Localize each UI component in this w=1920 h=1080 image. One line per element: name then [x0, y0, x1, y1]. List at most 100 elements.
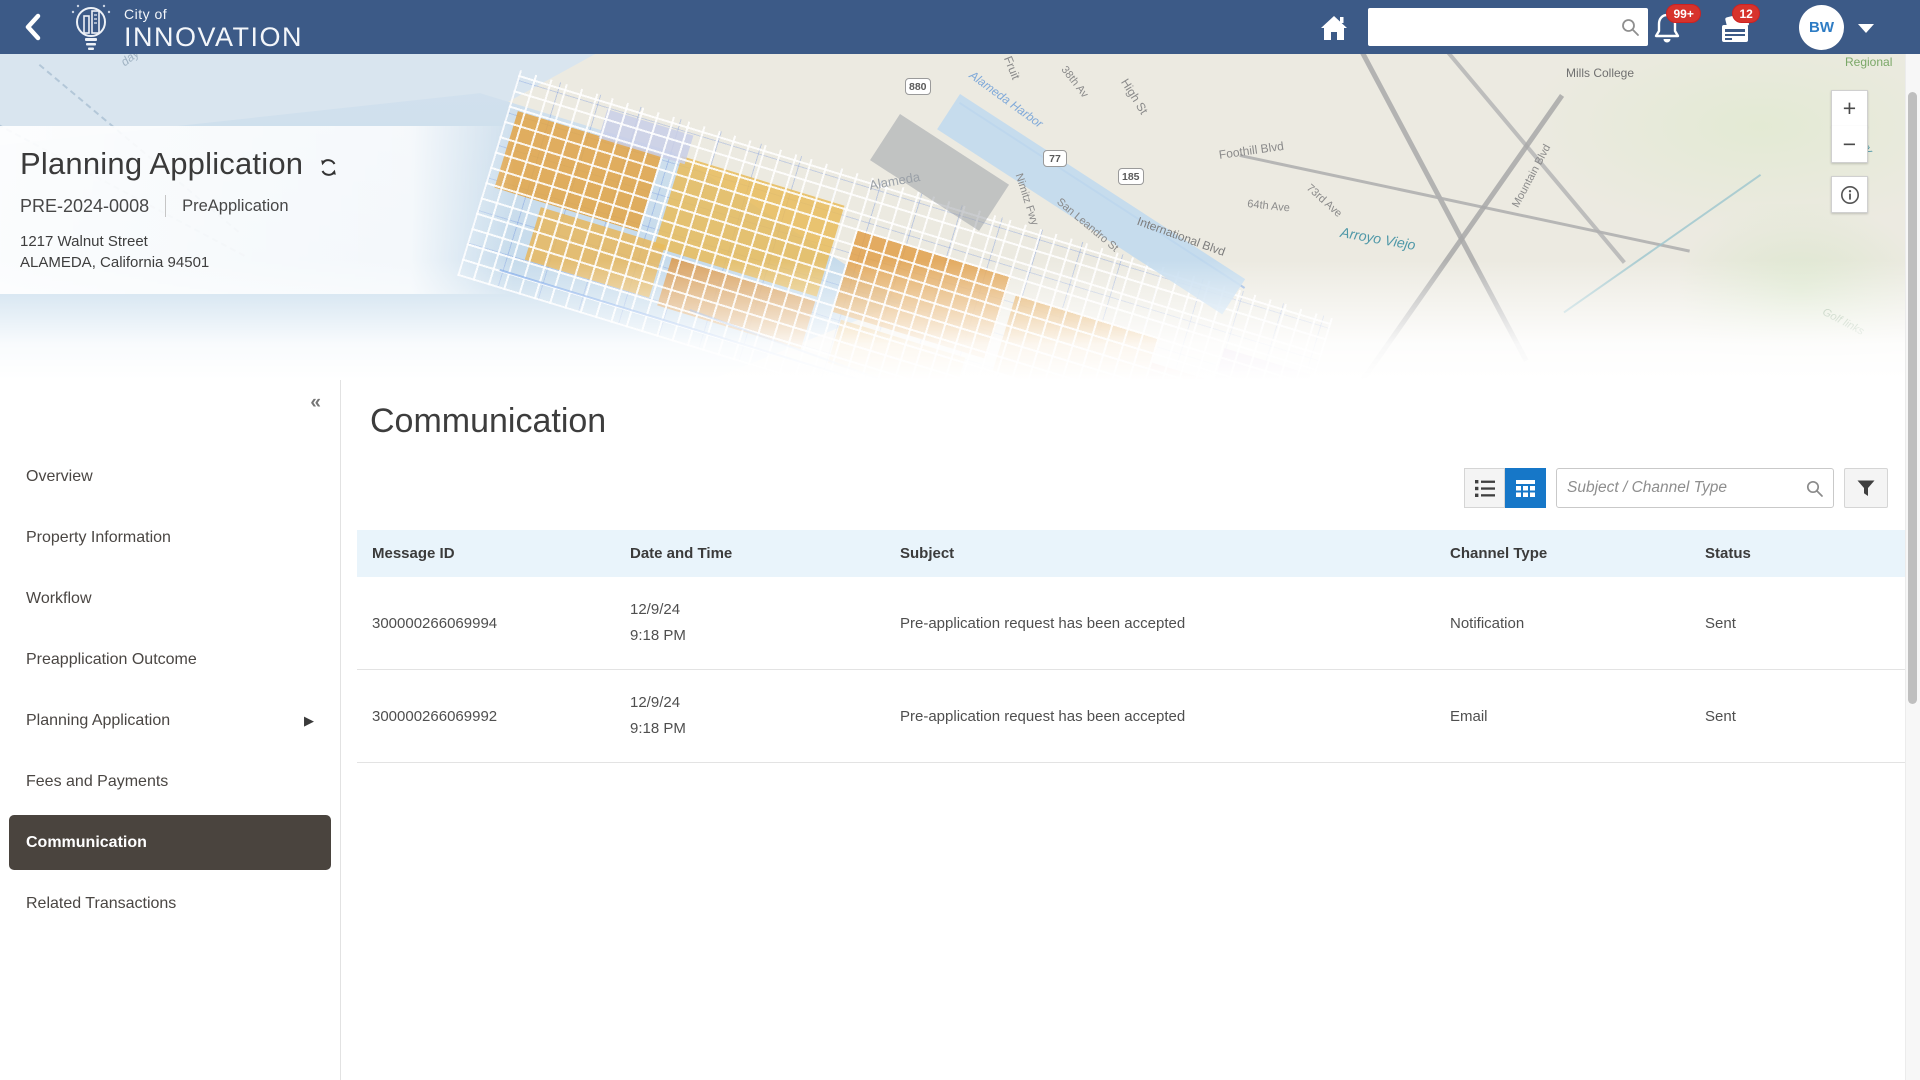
column-header-message-id[interactable]: Message ID — [372, 545, 630, 562]
cell-message-id: 300000266069994 — [372, 615, 630, 632]
sidebar-item-preapplication-outcome[interactable]: Preapplication Outcome ▶ — [0, 629, 340, 690]
notifications-button[interactable]: 99+ — [1652, 12, 1686, 48]
back-chevron-icon — [22, 12, 44, 42]
logo-text: City of INNOVATION — [124, 6, 303, 53]
map-label: 38th Av — [1059, 64, 1091, 100]
map-info-button[interactable] — [1831, 176, 1868, 213]
search-icon — [1805, 479, 1824, 498]
sidebar-item-planning-application[interactable]: Planning Application ▶ — [0, 690, 340, 751]
map-header[interactable]: day FryAlameda HarborFruit38th AvHigh St… — [0, 54, 1920, 380]
sidebar-nav: Overview ▶ Property Information ▶ Workfl… — [0, 446, 340, 934]
sidebar-item-fees-and-payments[interactable]: Fees and Payments ▶ — [0, 751, 340, 812]
column-header-channel-type[interactable]: Channel Type — [1450, 545, 1705, 562]
sidebar-item-label: Workflow — [26, 590, 92, 608]
record-type: PreApplication — [182, 197, 288, 216]
user-avatar[interactable]: BW — [1799, 5, 1844, 50]
chevron-right-icon: ▶ — [304, 713, 314, 729]
sidebar-item-label: Related Transactions — [26, 895, 176, 913]
record-summary-card: Planning Application PRE-2024-0008 PreAp… — [0, 126, 514, 294]
grid-view-button[interactable] — [1505, 468, 1546, 508]
date-text: 12/9/24 — [630, 597, 900, 623]
logo-line2: INNOVATION — [124, 22, 303, 53]
top-navigation-bar: City of INNOVATION 99 — [0, 0, 1920, 54]
sidebar-item-label: Overview — [26, 468, 93, 486]
sidebar-item-label: Fees and Payments — [26, 773, 168, 791]
grid-view-icon — [1516, 480, 1535, 497]
logo-line1: City of — [124, 6, 303, 22]
table-row[interactable]: 300000266069994 12/9/24 9:18 PM Pre-appl… — [357, 577, 1905, 670]
list-view-icon — [1475, 480, 1495, 497]
application-window: City of INNOVATION 99 — [0, 0, 1920, 1080]
sidebar-item-communication[interactable]: Communication ▶ — [9, 815, 331, 870]
date-text: 12/9/24 — [630, 690, 900, 716]
filter-button[interactable] — [1844, 468, 1888, 508]
scrollbar-thumb[interactable] — [1908, 92, 1917, 704]
meta-divider — [165, 195, 166, 217]
view-toggle — [1464, 468, 1546, 508]
back-button[interactable] — [16, 10, 50, 44]
map-zoom-out-button[interactable]: − — [1831, 126, 1868, 163]
home-icon — [1319, 14, 1349, 42]
global-search-input[interactable] — [1376, 8, 1614, 44]
highway-shield: 880 — [905, 78, 931, 95]
record-title: Planning Application — [20, 146, 303, 182]
table-header-row: Message ID Date and Time Subject Channel… — [357, 530, 1905, 577]
sidebar-item-label: Preapplication Outcome — [26, 651, 197, 669]
sidebar-item-overview[interactable]: Overview ▶ — [0, 446, 340, 507]
refresh-icon[interactable] — [319, 158, 338, 177]
payments-badge: 12 — [1732, 4, 1760, 23]
communication-table: Message ID Date and Time Subject Channel… — [357, 530, 1905, 763]
search-icon — [1620, 17, 1640, 37]
table-row[interactable]: 300000266069992 12/9/24 9:18 PM Pre-appl… — [357, 670, 1905, 763]
cell-channel-type: Notification — [1450, 615, 1705, 632]
table-search-input[interactable] — [1567, 469, 1792, 507]
scrollbar-track[interactable] — [1905, 54, 1920, 1080]
payments-button[interactable]: 12 — [1718, 12, 1752, 48]
cell-date-time: 12/9/24 9:18 PM — [630, 690, 900, 742]
map-label: High St — [1118, 76, 1151, 117]
sidebar-item-property-information[interactable]: Property Information ▶ — [0, 507, 340, 568]
filter-funnel-icon — [1857, 480, 1875, 497]
map-label: Arroyo Viejo — [1339, 224, 1417, 253]
zoning-block — [494, 111, 661, 231]
sidebar-item-workflow[interactable]: Workflow ▶ — [0, 568, 340, 629]
map-label: 64th Ave — [1247, 198, 1291, 214]
cell-message-id: 300000266069992 — [372, 708, 630, 725]
column-header-subject[interactable]: Subject — [900, 545, 1450, 562]
notifications-badge: 99+ — [1666, 4, 1701, 23]
highway-shield: 77 — [1043, 150, 1067, 167]
zoning-block — [599, 109, 694, 164]
home-button[interactable] — [1318, 12, 1350, 44]
sidebar-item-label: Planning Application — [26, 712, 170, 730]
info-icon — [1840, 185, 1860, 205]
map-label: Regional — [1845, 55, 1892, 69]
main-content: Communication — [341, 380, 1920, 1080]
cell-subject: Pre-application request has been accepte… — [900, 615, 1450, 632]
collapse-sidebar-button[interactable]: « — [310, 392, 320, 414]
user-menu-caret-icon[interactable] — [1858, 24, 1874, 33]
cell-status: Sent — [1705, 708, 1905, 725]
time-text: 9:18 PM — [630, 716, 900, 742]
table-toolbar — [1464, 468, 1888, 508]
table-search-box — [1556, 468, 1834, 508]
sidebar-item-label: Communication — [26, 834, 147, 852]
column-header-status[interactable]: Status — [1705, 545, 1905, 562]
city-logo: City of INNOVATION — [68, 2, 303, 54]
record-id: PRE-2024-0008 — [20, 196, 149, 217]
column-header-date-time[interactable]: Date and Time — [630, 545, 900, 562]
address-line2: ALAMEDA, California 94501 — [20, 252, 514, 273]
global-search-box — [1368, 8, 1648, 46]
left-navigation-panel: « Overview ▶ Property Information ▶ Work… — [0, 380, 341, 1080]
map-label: 73rd Ave — [1304, 182, 1344, 220]
cell-channel-type: Email — [1450, 708, 1705, 725]
cell-date-time: 12/9/24 9:18 PM — [630, 597, 900, 649]
time-text: 9:18 PM — [630, 623, 900, 649]
list-view-button[interactable] — [1464, 468, 1505, 508]
highway-shield: 185 — [1118, 168, 1144, 185]
map-zoom-in-button[interactable]: + — [1831, 90, 1868, 127]
address-line1: 1217 Walnut Street — [20, 231, 514, 252]
lightbulb-logo-icon — [68, 2, 114, 54]
table-body: 300000266069994 12/9/24 9:18 PM Pre-appl… — [357, 577, 1905, 763]
sidebar-item-related-transactions[interactable]: Related Transactions ▶ — [0, 873, 340, 934]
page-title: Communication — [370, 402, 606, 441]
